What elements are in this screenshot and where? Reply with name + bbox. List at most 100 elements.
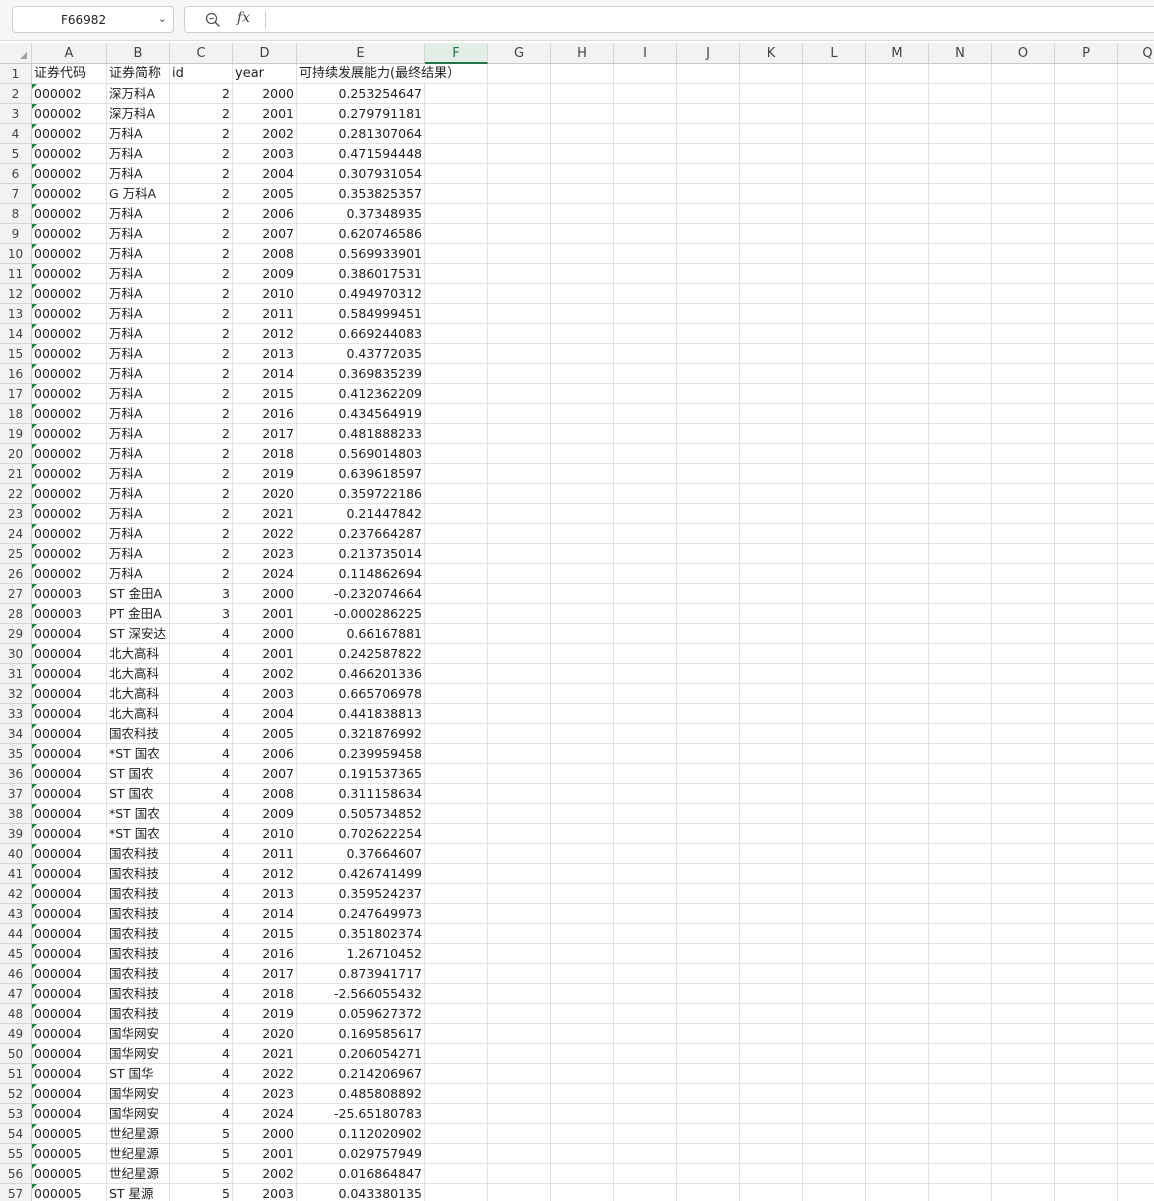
cell-o[interactable] [992,164,1055,184]
cell-m[interactable] [866,944,929,964]
cell-h[interactable] [551,444,614,464]
column-header-n[interactable]: N [929,43,992,64]
cell-q[interactable] [1118,204,1154,224]
cell-j[interactable] [677,124,740,144]
cell-i[interactable] [614,484,677,504]
cell-security-name[interactable]: 万科A [107,284,170,304]
cell-g[interactable] [488,804,551,824]
cell-m[interactable] [866,704,929,724]
cell-g[interactable] [488,844,551,864]
cell-j[interactable] [677,384,740,404]
cell-sustainability-score[interactable]: 0.639618597 [297,464,425,484]
cell-q[interactable] [1118,264,1154,284]
cell-sustainability-score[interactable]: 0.191537365 [297,764,425,784]
cell-j[interactable] [677,204,740,224]
cell-m[interactable] [866,544,929,564]
cell-f[interactable] [425,304,488,324]
cell-i[interactable] [614,224,677,244]
cell-g[interactable] [488,704,551,724]
cell-j[interactable] [677,684,740,704]
cell-year[interactable]: 2000 [233,1124,297,1144]
cell-m[interactable] [866,284,929,304]
cell-h[interactable] [551,564,614,584]
cell-k[interactable] [740,984,803,1004]
cell-sustainability-score[interactable]: 0.434564919 [297,404,425,424]
cell-id[interactable]: 4 [170,1084,233,1104]
cell-k[interactable] [740,1104,803,1124]
cell-l[interactable] [803,124,866,144]
cell-n[interactable] [929,264,992,284]
cell-year[interactable]: 2001 [233,604,297,624]
cell-j[interactable] [677,944,740,964]
cell-o[interactable] [992,584,1055,604]
cell-m[interactable] [866,484,929,504]
cell-id[interactable]: 4 [170,1024,233,1044]
row-header-55[interactable]: 55 [0,1144,32,1164]
cell-security-code[interactable]: 000004 [32,684,107,704]
cell-q[interactable] [1118,84,1154,104]
cell-o[interactable] [992,324,1055,344]
cell-security-code[interactable]: 000002 [32,344,107,364]
cell-security-name[interactable]: 万科A [107,304,170,324]
cell-j[interactable] [677,924,740,944]
cell-m[interactable] [866,844,929,864]
cell-q[interactable] [1118,684,1154,704]
cell-year[interactable]: 2010 [233,284,297,304]
cell-l[interactable] [803,1104,866,1124]
cell-year[interactable]: 2015 [233,924,297,944]
cell-l[interactable] [803,404,866,424]
cell-h[interactable] [551,384,614,404]
cell-j[interactable] [677,904,740,924]
cell-g[interactable] [488,164,551,184]
cell-l[interactable] [803,324,866,344]
cell-g[interactable] [488,524,551,544]
cell-i[interactable] [614,944,677,964]
cell-l[interactable] [803,584,866,604]
cell-f[interactable] [425,1004,488,1024]
cell-l[interactable] [803,204,866,224]
cell-security-name[interactable]: 万科A [107,424,170,444]
cell-security-code[interactable]: 000002 [32,124,107,144]
cell-year[interactable]: 2016 [233,944,297,964]
cell-year[interactable]: 2013 [233,884,297,904]
cell-sustainability-score[interactable]: 0.426741499 [297,864,425,884]
cell-g[interactable] [488,264,551,284]
column-header-h[interactable]: H [551,43,614,64]
cell-security-code[interactable]: 000004 [32,804,107,824]
cell-sustainability-score[interactable]: 0.206054271 [297,1044,425,1064]
cell-j[interactable] [677,704,740,724]
cell-f[interactable] [425,524,488,544]
cell-year[interactable]: 2020 [233,484,297,504]
cell-h[interactable] [551,1024,614,1044]
row-header-8[interactable]: 8 [0,204,32,224]
cell-m[interactable] [866,1024,929,1044]
cell-security-code[interactable]: 000005 [32,1124,107,1144]
cell-id[interactable]: 2 [170,104,233,124]
cell-l[interactable] [803,1084,866,1104]
cell-year[interactable]: 2021 [233,504,297,524]
cell-h[interactable] [551,544,614,564]
cell-m[interactable] [866,364,929,384]
row-header-46[interactable]: 46 [0,964,32,984]
cell-p[interactable] [1055,204,1118,224]
cell-p[interactable] [1055,424,1118,444]
cell-security-name[interactable]: *ST 国农 [107,804,170,824]
cell-k[interactable] [740,904,803,924]
cell-q[interactable] [1118,844,1154,864]
cell-j[interactable] [677,244,740,264]
cell-p[interactable] [1055,684,1118,704]
cell-j[interactable] [677,1044,740,1064]
cell-k[interactable] [740,264,803,284]
cell-g[interactable] [488,424,551,444]
row-header-35[interactable]: 35 [0,744,32,764]
cell-k[interactable] [740,1084,803,1104]
cell-o[interactable] [992,384,1055,404]
cell-p[interactable] [1055,664,1118,684]
cell-p[interactable] [1055,544,1118,564]
cell-security-code[interactable]: 000005 [32,1184,107,1201]
cell-n[interactable] [929,1144,992,1164]
cell-id[interactable]: 4 [170,944,233,964]
row-header-50[interactable]: 50 [0,1044,32,1064]
cell-security-name[interactable]: 万科A [107,384,170,404]
cell-k[interactable] [740,84,803,104]
